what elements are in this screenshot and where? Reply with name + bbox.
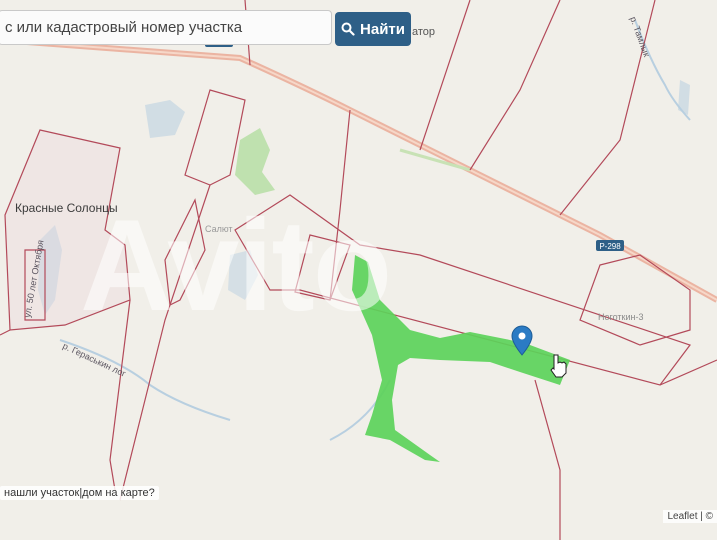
avito-watermark: Avito [80,192,392,338]
find-button[interactable]: Найти [335,12,411,46]
hamlet-2-label: Ноготкин-3 [598,312,643,322]
search-icon [341,22,355,36]
not-found-hint-link[interactable]: нашли участок|дом на карте? [0,486,159,500]
road-shield-2: Р-298 [596,240,624,251]
map-attribution: Leaflet | © [663,510,717,523]
road-shield-2-label: Р-298 [599,242,621,251]
partial-map-label: атор [412,26,436,38]
map-app: Р-298 Р-298 Красные Солонцы Салют Ноготк… [0,0,717,540]
search-input[interactable]: с или кадастровый номер участка [0,10,332,45]
find-button-label: Найти [360,20,405,38]
water-patch [678,80,690,115]
